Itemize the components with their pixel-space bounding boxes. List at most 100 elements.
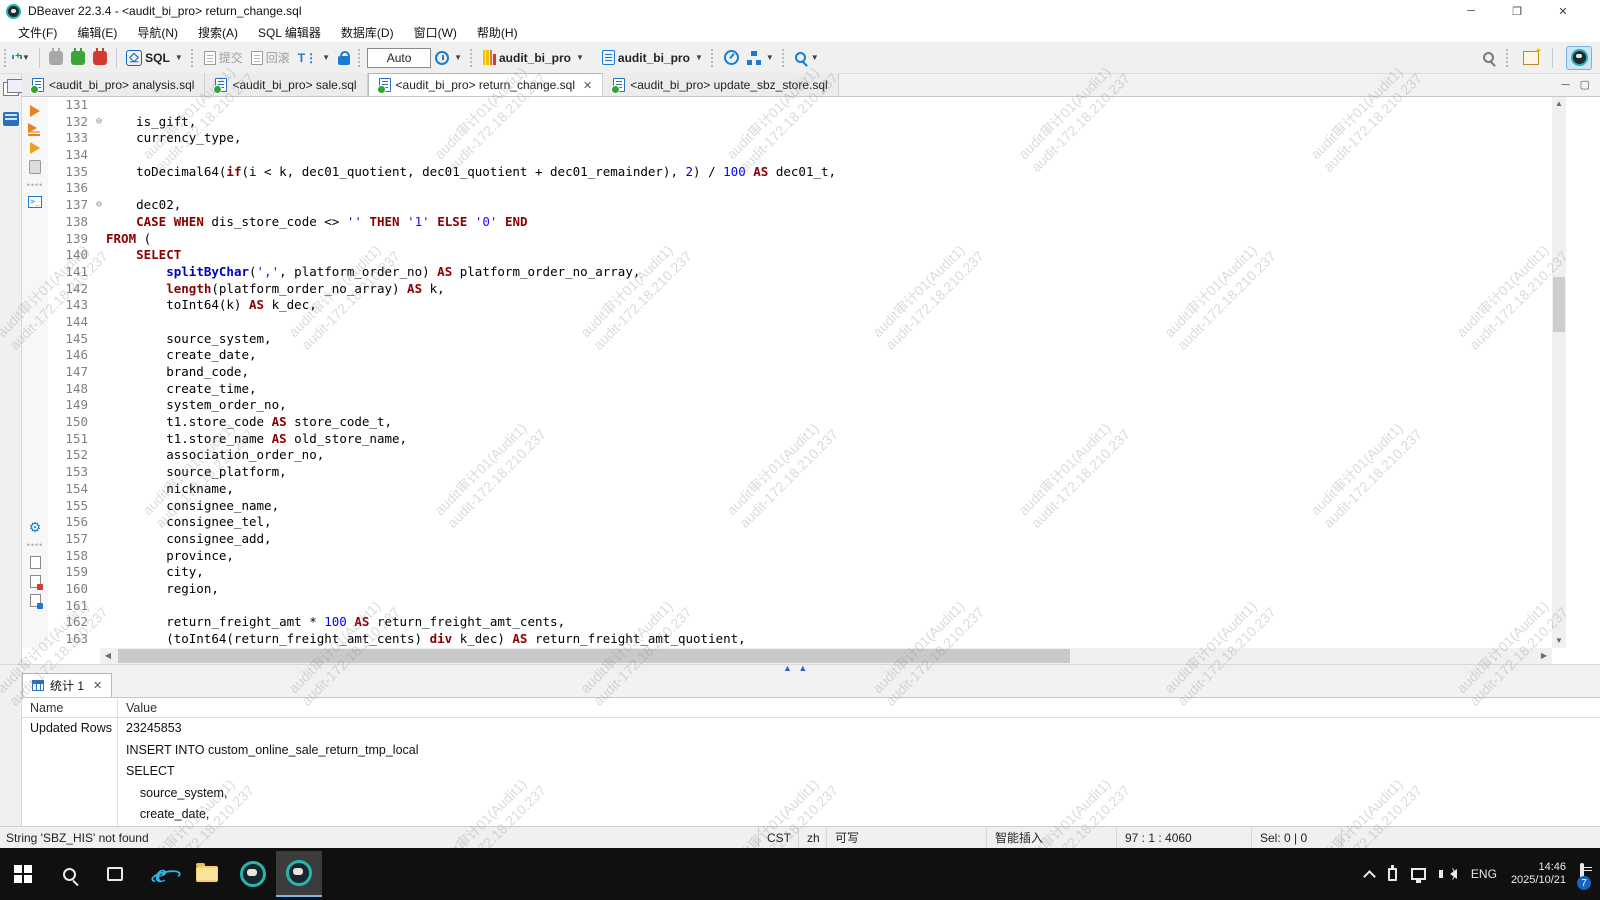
editor-tab-3[interactable]: <audit_bi_pro> update_sbz_store.sql — [603, 73, 838, 96]
code-line-158[interactable]: 158 province, — [48, 548, 1552, 565]
code-line-133[interactable]: 133 currency_type, — [48, 130, 1552, 147]
menu-item-5[interactable]: 数据库(D) — [331, 22, 404, 43]
code-line-141[interactable]: 141 splitByChar(',', platform_order_no) … — [48, 264, 1552, 281]
new-connection-button[interactable]: + ▼ — [13, 50, 34, 65]
menu-item-0[interactable]: 文件(F) — [8, 22, 67, 43]
code-line-144[interactable]: 144 — [48, 314, 1552, 331]
speaker-icon[interactable] — [1450, 869, 1457, 879]
output-file-icon[interactable] — [30, 594, 41, 607]
code-line-138[interactable]: 138 CASE WHEN dis_store_code <> '' THEN … — [48, 214, 1552, 231]
code-line-163[interactable]: 163 (toInt64(return_freight_amt_cents) d… — [48, 631, 1552, 648]
dbeaver-taskbar-button[interactable] — [230, 851, 276, 897]
connect-button[interactable] — [45, 48, 67, 68]
reconnect-button[interactable] — [67, 48, 89, 68]
menu-item-4[interactable]: SQL 编辑器 — [248, 22, 331, 43]
stats-tab[interactable]: 统计 1 ✕ — [22, 673, 112, 697]
code-line-152[interactable]: 152 association_order_no, — [48, 447, 1552, 464]
panel-restore-arrows-icon[interactable]: ▲ ▲ — [783, 663, 809, 673]
table-row[interactable]: source_system, — [22, 783, 1600, 805]
column-header-value[interactable]: Value — [118, 698, 1600, 717]
chevron-down-icon[interactable]: ▼ — [22, 53, 30, 62]
dbeaver-taskbar-button-active[interactable] — [276, 851, 322, 897]
code-line-134[interactable]: 134 — [48, 147, 1552, 164]
task-view-button[interactable] — [92, 851, 138, 897]
code-line-150[interactable]: 150 t1.store_code AS store_code_t, — [48, 414, 1552, 431]
execute-statement-icon[interactable] — [30, 105, 40, 117]
database-navigator-icon[interactable] — [3, 112, 19, 126]
column-header-name[interactable]: Name — [22, 698, 118, 717]
fold-marker-icon[interactable]: ⊖ — [92, 197, 106, 214]
chevron-down-icon[interactable]: ▼ — [454, 53, 462, 62]
vertical-scrollbar[interactable]: ▲ ▼ — [1552, 97, 1566, 648]
search-button[interactable]: ▼ — [791, 49, 823, 66]
menu-item-2[interactable]: 导航(N) — [127, 22, 188, 43]
panel-divider[interactable]: ▲ ▲ — [0, 664, 1600, 674]
maximize-view-icon[interactable]: ▢ — [1580, 78, 1590, 91]
rollback-button[interactable]: 回滚 — [247, 46, 294, 69]
taskbar-clock[interactable]: 14:46 2025/10/21 — [1511, 861, 1566, 887]
lock-button[interactable] — [334, 48, 354, 68]
commit-mode-combo[interactable]: Auto — [367, 48, 431, 68]
table-row[interactable]: INSERT INTO custom_online_sale_return_tm… — [22, 740, 1600, 762]
chevron-down-icon[interactable]: ▼ — [811, 53, 819, 62]
code-line-153[interactable]: 153 source_platform, — [48, 464, 1552, 481]
scroll-up-icon[interactable]: ▲ — [1552, 97, 1566, 111]
minimize-button[interactable]: ─ — [1448, 0, 1494, 22]
code-editor[interactable]: 131132⊖ is_gift,133 currency_type,134135… — [48, 97, 1552, 648]
code-line-154[interactable]: 154 nickname, — [48, 481, 1552, 498]
error-log-icon[interactable] — [30, 575, 41, 588]
log-file-icon[interactable] — [30, 556, 41, 569]
code-line-156[interactable]: 156 consignee_tel, — [48, 514, 1552, 531]
code-line-137[interactable]: 137⊖ dec02, — [48, 197, 1552, 214]
code-line-131[interactable]: 131 — [48, 97, 1552, 114]
scroll-right-icon[interactable]: ▶ — [1536, 648, 1552, 664]
menu-item-6[interactable]: 窗口(W) — [404, 22, 467, 43]
code-line-139[interactable]: 139FROM ( — [48, 231, 1552, 248]
editor-settings-icon[interactable]: ⚙ — [29, 520, 42, 534]
editor-tab-1[interactable]: <audit_bi_pro> sale.sql — [205, 73, 367, 96]
code-line-145[interactable]: 145 source_system, — [48, 331, 1552, 348]
close-button[interactable]: ✕ — [1540, 0, 1586, 22]
sql-editor-button[interactable]: ⎐ SQL ▼ — [122, 47, 187, 69]
code-line-146[interactable]: 146 create_date, — [48, 347, 1552, 364]
close-icon[interactable]: ✕ — [583, 79, 592, 92]
code-line-159[interactable]: 159 city, — [48, 564, 1552, 581]
schema-selector[interactable]: audit_bi_pro ▼ — [598, 47, 707, 68]
execute-new-tab-icon[interactable] — [30, 142, 40, 154]
code-line-161[interactable]: 161 — [48, 598, 1552, 615]
code-line-160[interactable]: 160 region, — [48, 581, 1552, 598]
close-icon[interactable]: ✕ — [93, 679, 102, 692]
code-line-132[interactable]: 132⊖ is_gift, — [48, 114, 1552, 131]
code-line-136[interactable]: 136 — [48, 180, 1552, 197]
horizontal-scroll-thumb[interactable] — [118, 649, 1070, 663]
usb-icon[interactable] — [1388, 868, 1397, 881]
fold-marker-icon[interactable]: ⊖ — [92, 114, 106, 131]
language-indicator[interactable]: ENG — [1471, 867, 1497, 881]
execute-script-icon[interactable] — [28, 123, 42, 136]
sql-console-icon[interactable]: >_ — [28, 196, 42, 208]
commit-button[interactable]: 提交 — [200, 46, 247, 69]
editor-tab-2[interactable]: <audit_bi_pro> return_change.sql✕ — [368, 73, 604, 96]
code-line-155[interactable]: 155 consignee_name, — [48, 498, 1552, 515]
disconnect-button[interactable] — [89, 48, 111, 68]
code-line-148[interactable]: 148 create_time, — [48, 381, 1552, 398]
open-perspective-icon[interactable] — [1523, 51, 1539, 65]
table-row[interactable]: Updated Rows23245853 — [22, 718, 1600, 740]
code-line-143[interactable]: 143 toInt64(k) AS k_dec, — [48, 297, 1552, 314]
network-icon[interactable] — [1411, 868, 1426, 880]
menu-item-1[interactable]: 编辑(E) — [67, 22, 127, 43]
taskbar-search-button[interactable] — [46, 851, 92, 897]
chevron-down-icon[interactable]: ▼ — [766, 53, 774, 62]
internet-explorer-button[interactable]: e — [138, 851, 184, 897]
scroll-left-icon[interactable]: ◀ — [100, 648, 116, 664]
start-button[interactable] — [0, 851, 46, 897]
tray-expand-icon[interactable] — [1363, 870, 1376, 883]
code-line-151[interactable]: 151 t1.store_name AS old_store_name, — [48, 431, 1552, 448]
menu-item-3[interactable]: 搜索(A) — [188, 22, 248, 43]
file-explorer-button[interactable] — [184, 851, 230, 897]
code-line-157[interactable]: 157 consignee_add, — [48, 531, 1552, 548]
quick-search-icon[interactable] — [1483, 52, 1494, 63]
transaction-log-button[interactable]: ▼ — [431, 48, 466, 68]
explain-plan-icon[interactable] — [29, 160, 41, 174]
connection-selector[interactable]: audit_bi_pro ▼ — [479, 47, 588, 68]
